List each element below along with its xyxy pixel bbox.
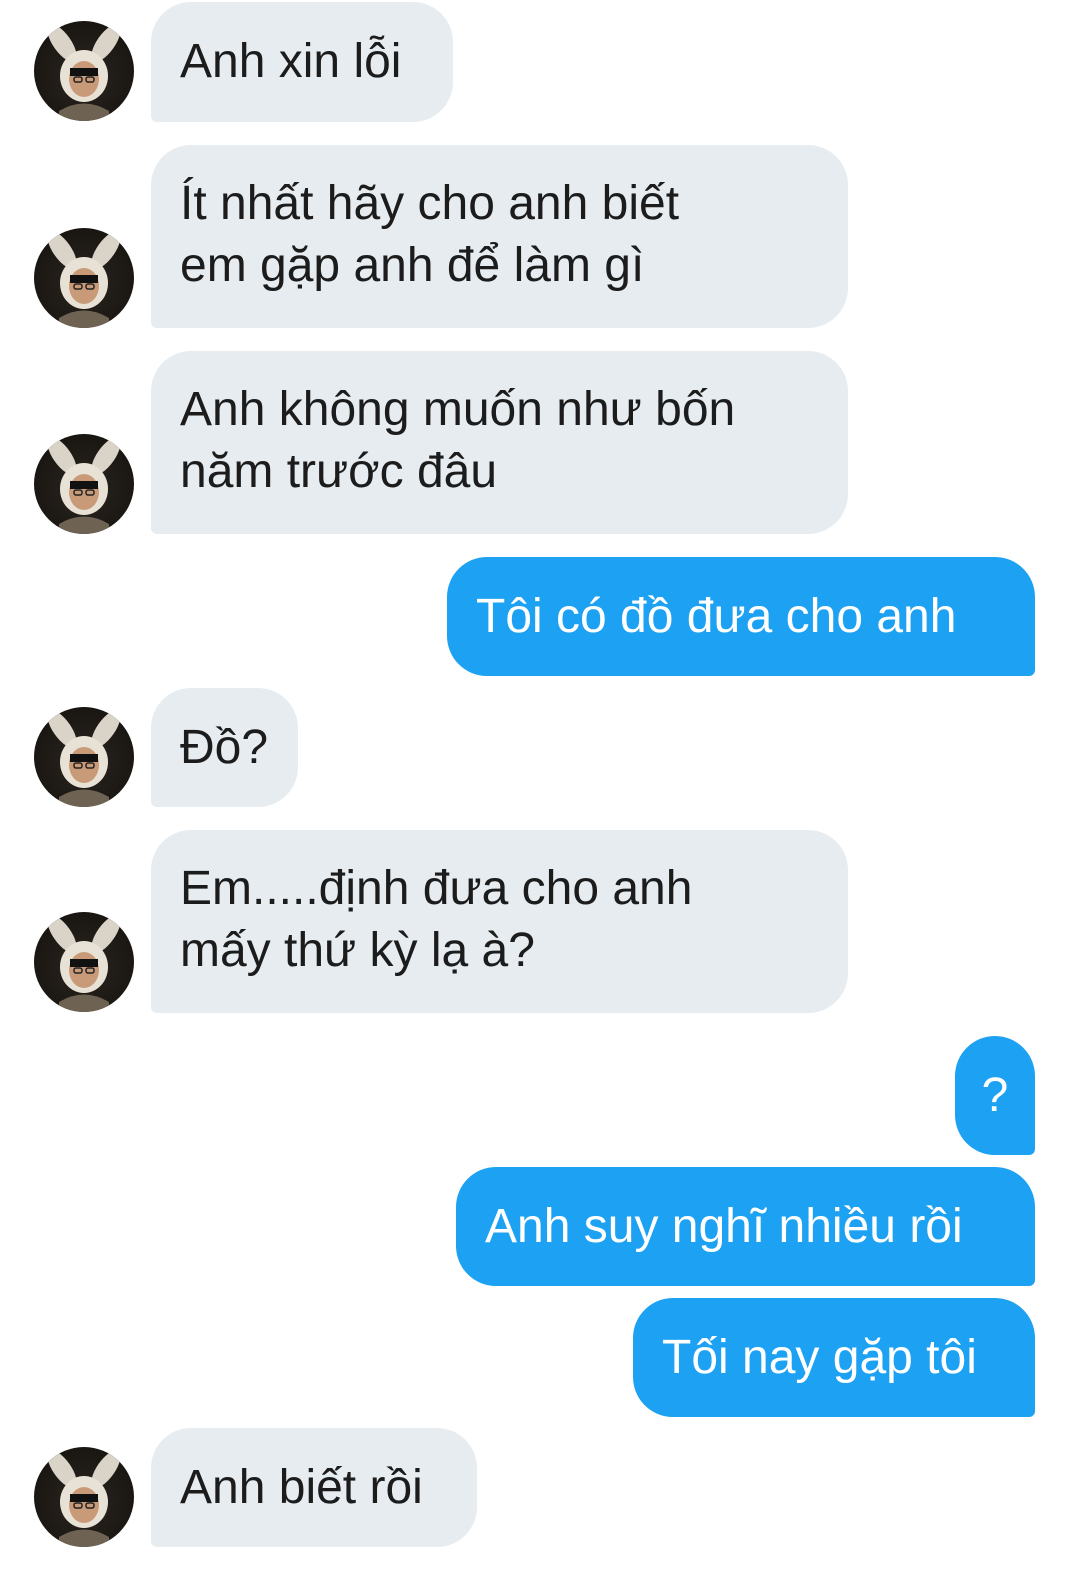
avatar[interactable] (34, 1447, 134, 1547)
message-bubble[interactable]: Anh biết rồi (151, 1428, 477, 1547)
message-bubble[interactable]: ? (955, 1036, 1035, 1155)
message-bubble[interactable]: Anh không muốn như bốn năm trước đâu (151, 351, 848, 534)
message-bubble[interactable]: Tối nay gặp tôi (633, 1298, 1035, 1417)
avatar[interactable] (34, 228, 134, 328)
message-bubble[interactable]: Anh suy nghĩ nhiều rồi (456, 1167, 1035, 1286)
message-bubble[interactable]: Đồ? (151, 688, 298, 807)
avatar[interactable] (34, 434, 134, 534)
avatar[interactable] (34, 707, 134, 807)
message-bubble[interactable]: Tôi có đồ đưa cho anh (447, 557, 1035, 676)
message-bubble[interactable]: Em.....định đưa cho anh mấy thứ kỳ lạ à? (151, 830, 848, 1013)
message-bubble[interactable]: Ít nhất hãy cho anh biết em gặp anh để l… (151, 145, 848, 328)
avatar[interactable] (34, 912, 134, 1012)
message-bubble[interactable]: Anh xin lỗi (151, 2, 453, 122)
avatar[interactable] (34, 21, 134, 121)
